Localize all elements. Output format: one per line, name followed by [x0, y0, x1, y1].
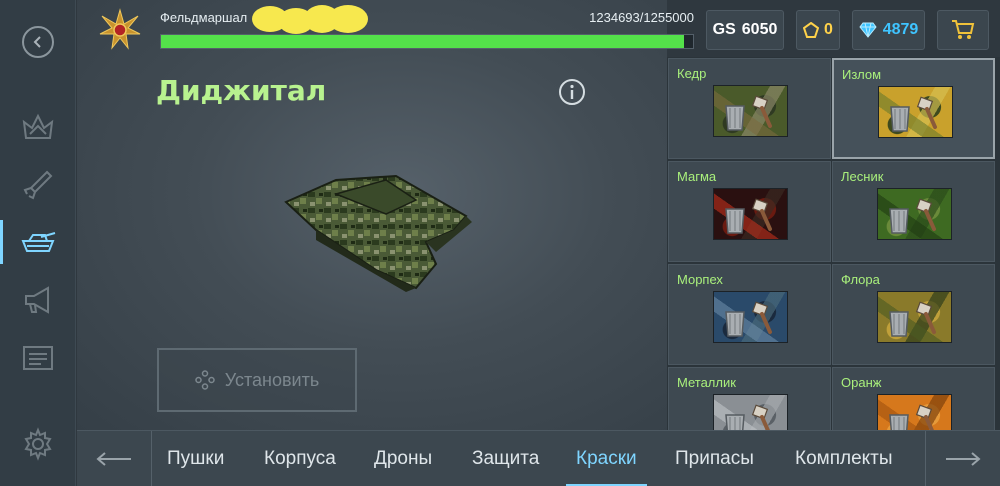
- paint-brush-icon: [915, 198, 936, 231]
- rank-insignia-icon: [99, 8, 141, 50]
- experience-counter: 1234693/1255000: [589, 10, 694, 25]
- gear-score-value: 6050: [741, 21, 778, 38]
- paint-item-label: Излом: [842, 67, 882, 82]
- paint-bucket-icon: [889, 311, 909, 337]
- paint-brush-icon: [751, 95, 772, 128]
- paint-swatch: [877, 394, 952, 430]
- experience-progress-bar: [160, 34, 694, 49]
- install-button-label: Установить: [224, 369, 320, 390]
- paint-bucket-icon: [889, 208, 909, 234]
- paint-item[interactable]: Магма: [668, 161, 831, 262]
- paint-item[interactable]: Флора: [832, 264, 995, 365]
- tank-hull-preview[interactable]: [276, 160, 476, 296]
- tab-item[interactable]: Припасы: [675, 431, 754, 486]
- left-sidebar: [0, 0, 76, 486]
- crown-icon: [22, 113, 54, 139]
- tabs-prev-button[interactable]: [77, 431, 152, 486]
- paint-swatch: [877, 291, 952, 343]
- sidebar-item-settings[interactable]: [0, 416, 76, 472]
- info-icon[interactable]: [558, 78, 586, 106]
- paint-item[interactable]: Излом: [832, 58, 995, 159]
- gear-icon: [24, 427, 52, 461]
- crystal-icon: [803, 22, 820, 38]
- item-title: Диджитал: [156, 74, 327, 107]
- tabs-next-button[interactable]: [925, 431, 1000, 486]
- paint-item-label: Лесник: [841, 169, 884, 184]
- crystals-amount: 0: [824, 21, 833, 38]
- dpad-icon: [195, 370, 215, 390]
- paint-item[interactable]: Оранж: [832, 367, 995, 430]
- gear-score-label: GS: [712, 21, 736, 38]
- gear-score-display: GS 6050: [706, 10, 784, 50]
- paint-bucket-icon: [725, 311, 745, 337]
- rubies-display[interactable]: 4879: [852, 10, 925, 50]
- paint-brush-icon: [915, 404, 934, 430]
- paint-brush-icon: [916, 96, 937, 129]
- rubies-amount: 4879: [882, 21, 919, 38]
- paint-item[interactable]: Металлик: [668, 367, 831, 430]
- paint-swatch: [713, 188, 788, 240]
- experience-progress-fill: [161, 35, 685, 48]
- paint-brush-icon: [915, 301, 936, 334]
- rocket-icon: [23, 170, 53, 200]
- paint-brush-icon: [751, 198, 772, 231]
- tab-item[interactable]: Пушки: [167, 431, 224, 486]
- paint-item[interactable]: Морпех: [668, 264, 831, 365]
- tank-icon: [21, 232, 56, 252]
- sidebar-item-garage[interactable]: [0, 214, 76, 270]
- tab-item[interactable]: Дроны: [374, 431, 432, 486]
- back-button[interactable]: [0, 14, 76, 70]
- paint-item-label: Металлик: [677, 375, 736, 390]
- paint-item-label: Морпех: [677, 272, 723, 287]
- arrow-right-icon: [946, 452, 981, 466]
- player-name: Фельдмаршал: [160, 10, 248, 25]
- paint-item[interactable]: Лесник: [832, 161, 995, 262]
- paint-brush-icon: [751, 404, 770, 430]
- sidebar-item-news[interactable]: [0, 330, 76, 386]
- paint-bucket-icon: [725, 208, 745, 234]
- paint-swatch: [877, 188, 952, 240]
- paint-item-label: Магма: [677, 169, 717, 184]
- back-circle-icon: [22, 26, 54, 58]
- sidebar-item-battle[interactable]: [0, 157, 76, 213]
- paint-swatch: [713, 291, 788, 343]
- paints-grid: Кедр Излом Магма Лесник Морпех Флора Металлик О…: [667, 57, 1000, 430]
- paint-bucket-icon: [725, 105, 745, 131]
- cart-icon: [952, 20, 975, 39]
- tab-item[interactable]: Корпуса: [264, 431, 336, 486]
- paint-brush-icon: [751, 301, 772, 334]
- paint-bucket-icon: [890, 106, 910, 132]
- paint-swatch: [713, 85, 788, 137]
- name-redaction-scribble: [252, 5, 368, 34]
- tab-item[interactable]: Комплекты: [795, 431, 893, 486]
- paint-item[interactable]: Кедр: [668, 58, 831, 159]
- sidebar-item-missions[interactable]: [0, 100, 76, 156]
- news-icon: [23, 346, 53, 370]
- paint-item-label: Кедр: [677, 66, 707, 81]
- shop-cart-button[interactable]: [937, 10, 989, 50]
- sidebar-item-announcements[interactable]: [0, 272, 76, 328]
- paint-item-label: Оранж: [841, 375, 882, 390]
- paint-bucket-icon: [889, 414, 909, 430]
- category-tabs: Пушки Корпуса Дроны Защита Краски Припасы Комп…: [77, 430, 1000, 486]
- arrow-left-icon: [96, 452, 131, 466]
- paint-bucket-icon: [725, 414, 745, 430]
- tab-item[interactable]: Защита: [472, 431, 539, 486]
- diamond-icon: [859, 22, 877, 38]
- tab-item[interactable]: Краски: [566, 431, 647, 486]
- megaphone-icon: [25, 286, 49, 314]
- crystals-display[interactable]: 0: [796, 10, 840, 50]
- paint-item-label: Флора: [841, 272, 880, 287]
- paint-swatch: [713, 394, 788, 430]
- paint-swatch: [878, 86, 953, 138]
- install-button[interactable]: Установить: [157, 348, 357, 412]
